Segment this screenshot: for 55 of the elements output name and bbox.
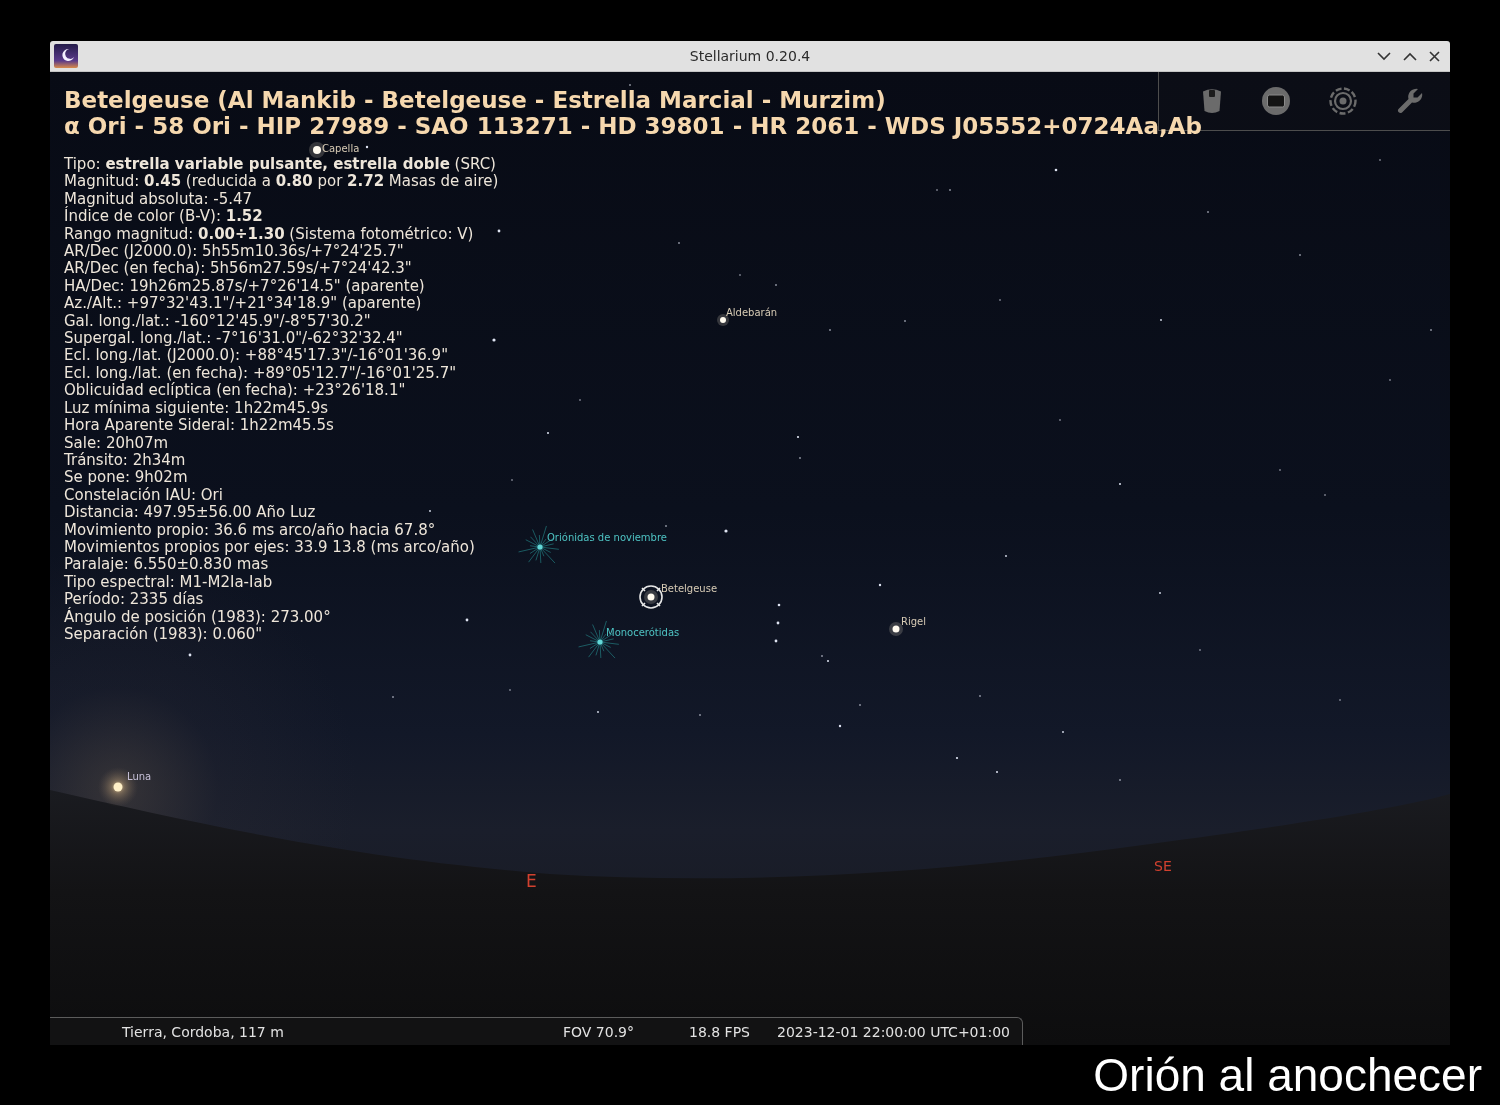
star-icon[interactable] [889,622,903,636]
info-line: Tránsito: 2h34m [64,451,186,470]
maximize-icon[interactable] [1403,51,1417,61]
info-line: Sale: 20h07m [64,434,169,452]
info-line: AR/Dec (en fecha): 5h56m27.59s/+7°24'42.3" [64,260,412,278]
info-line: AR/Dec (J2000.0): 5h55m10.36s/+7°24'25.7" [64,243,404,261]
sky-object-label: Luna [127,771,152,783]
info-line: Ecl. long./lat. (en fecha): +89°05'12.7"/-16°01'25.7" [64,364,457,382]
info-line: Constelación IAU: Ori [64,486,223,505]
cylinder-icon[interactable] [1201,87,1223,115]
info-line: Separación (1983): 0.060" [64,625,263,644]
info-line: Rango magnitud: 0.00÷1.30 (Sistema fotométrico: V) [64,225,474,244]
info-line: Ecl. long./lat. (J2000.0): +88°45'17.3"/-16°01'36.9" [64,347,449,365]
info-line: Movimiento propio: 36.6 ms arco/año hacia 67.8° [64,521,436,539]
info-line: Movimientos propios por ejes: 33.9 13.8 (ms arco/año) [64,538,475,557]
app-icon [54,44,78,68]
info-line: Magnitud absoluta: -5.47 [64,190,253,208]
sky-object-label: Aldebarán [726,307,778,319]
info-line: Oblicuidad eclíptica (en fecha): +23°26'18.1" [64,382,406,400]
cardinal-point-label: SE [1154,859,1172,875]
info-line: Tipo: estrella variable pulsante, estrella doble (SRC) [64,156,496,174]
info-line: Luz mínima siguiente: 1h22m45.9s [64,399,329,418]
object-designations: α Ori - 58 Ori - HIP 27989 - SAO 113271 - HD 39801 - HR 2061 - WDS J05552+0724Aa,Ab [64,113,1202,139]
fov-text: FOV 70.9° [563,1023,636,1040]
sky-object-label: Capella [322,143,360,155]
info-line: Distancia: 497.95±56.00 Año Luz [64,504,316,522]
info-line: Se pone: 9h02m [64,469,188,487]
datetime-text: 2023-12-01 22:00:00 UTC+01:00 [777,1023,1010,1040]
info-line: Tipo espectral: M1-M2Ia-Iab [64,573,273,591]
info-line: Índice de color (B-V): 1.52 [64,208,263,226]
info-line: Magnitud: 0.45 (reducida a 0.80 por 2.72 Masas de aire) [64,173,499,191]
minimize-icon[interactable] [1377,51,1391,61]
location-text: Tierra, Cordoba, 117 m [122,1023,285,1040]
cardinal-point-label: E [526,872,537,891]
target-icon[interactable] [1329,87,1357,115]
info-line: Hora Aparente Sideral: 1h22m45.5s [64,417,334,435]
wrench-icon[interactable] [1396,87,1424,115]
info-line: Ángulo de posición (1983): 273.00° [64,608,331,626]
sky-object-label: Rigel [901,616,926,628]
info-line: Supergal. long./lat.: -7°16'31.0"/-62°32'32.4" [64,330,403,348]
sky-object-label: Betelgeuse [661,583,718,595]
screen-icon[interactable] [1262,87,1290,115]
star-icon[interactable] [644,590,658,604]
image-caption: Orión al anochecer [1093,1052,1482,1098]
sky-object-label: Oriónidas de noviembre [547,532,667,544]
info-line: Az./Alt.: +97°32'43.1"/+21°34'18.9" (aparente) [64,295,422,313]
info-line: Gal. long./lat.: -160°12'45.9"/-8°57'30.2" [64,312,371,331]
star-icon[interactable] [717,314,729,326]
window-title: Stellarium 0.20.4 [689,48,811,64]
close-icon[interactable] [1429,50,1440,62]
info-line: HA/Dec: 19h26m25.87s/+7°26'14.5" (aparente) [64,277,425,296]
object-title: Betelgeuse (Al Mankib - Betelgeuse - Estrella Marcial - Murzim) [64,87,886,113]
info-line: Paralaje: 6.550±0.830 mas [64,556,269,574]
sky-object-label: Monocerótidas [606,627,680,639]
fps-text: 18.8 FPS [689,1023,751,1040]
